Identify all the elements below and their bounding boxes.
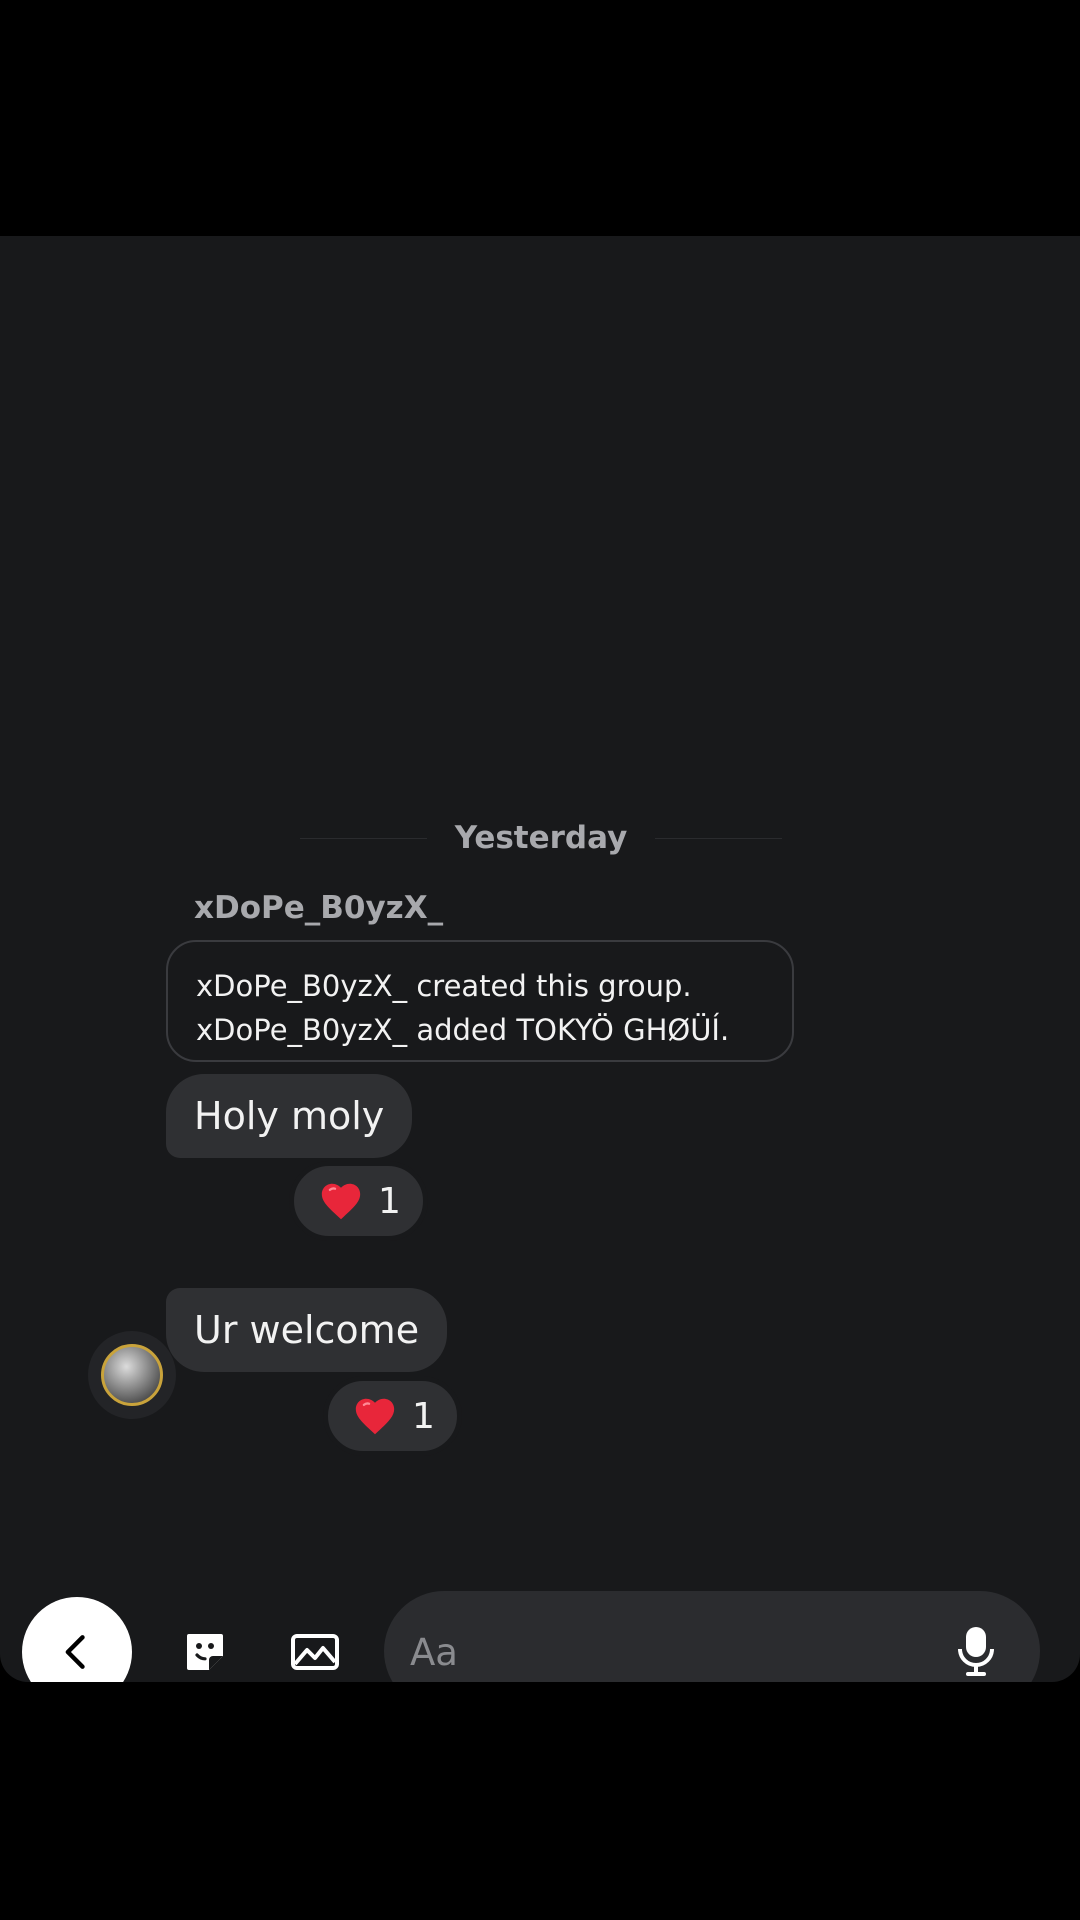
message-composer	[0, 1554, 1080, 1682]
reaction-badge[interactable]: 1	[289, 1161, 428, 1241]
message-text: Holy moly	[194, 1094, 385, 1138]
back-button[interactable]	[22, 1597, 132, 1682]
reaction-badge[interactable]: 1	[323, 1376, 462, 1456]
microphone-icon	[958, 1627, 994, 1676]
heart-icon	[355, 1398, 395, 1435]
message-input-container[interactable]	[384, 1591, 1040, 1682]
message-text: Ur welcome	[194, 1308, 420, 1352]
heart-icon	[321, 1183, 361, 1220]
avatar[interactable]	[88, 1331, 176, 1419]
dragon-emblem-avatar-icon	[101, 1344, 163, 1406]
sticker-button[interactable]	[176, 1623, 234, 1681]
chevron-left-icon	[65, 1635, 85, 1669]
system-message: xDoPe_B0yzX_ added TOKYÖ GHØÜÍ.	[196, 1013, 730, 1047]
message-bubble[interactable]: Holy moly	[166, 1074, 413, 1158]
gallery-button[interactable]	[286, 1623, 344, 1681]
system-message: xDoPe_B0yzX_ created this group.	[196, 969, 692, 1003]
group-created-notice[interactable]: xDoPe_B0yzX_ created this group. xDoPe_B…	[166, 940, 794, 1062]
reaction-count: 1	[412, 1395, 435, 1437]
date-separator: Yesterday	[300, 816, 783, 860]
sticker-icon	[187, 1634, 223, 1670]
separator-line-left	[300, 837, 427, 839]
date-separator-label: Yesterday	[454, 820, 628, 856]
gallery-icon	[291, 1634, 339, 1670]
screen: Yesterday xDoPe_B0yzX_ xDoPe_B0yzX_ crea…	[0, 0, 1080, 1920]
sender-name: xDoPe_B0yzX_	[194, 890, 444, 926]
chat-thread[interactable]: Yesterday xDoPe_B0yzX_ xDoPe_B0yzX_ crea…	[0, 236, 1080, 1682]
voice-message-button[interactable]	[948, 1623, 1004, 1679]
message-input[interactable]	[408, 1591, 932, 1682]
reaction-count: 1	[378, 1180, 401, 1222]
message-bubble[interactable]: Ur welcome	[166, 1288, 448, 1372]
separator-line-right	[655, 837, 783, 839]
